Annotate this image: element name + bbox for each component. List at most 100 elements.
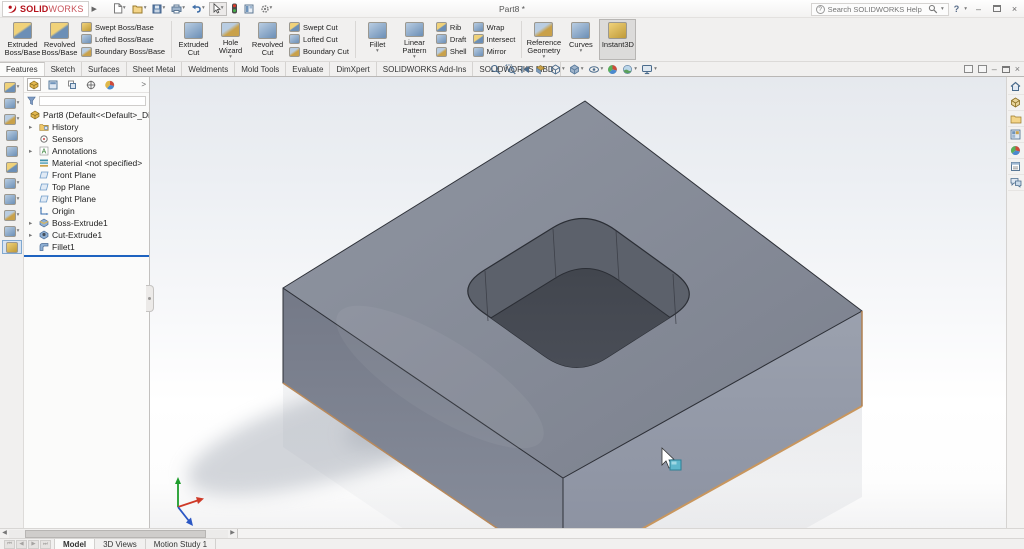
undo-icon[interactable]: ▾ [189,2,207,16]
panel-splitter-handle[interactable] [146,285,154,312]
tab-dimxpert[interactable]: DimXpert [330,62,376,76]
hole-wizard-button[interactable]: Hole Wizard▾ [212,19,249,60]
edit-appearance-icon[interactable] [607,64,618,75]
extruded-boss-base-button[interactable]: Extruded Boss/Base [4,19,41,60]
solidworks-resources-icon[interactable] [1008,79,1024,95]
graphics-viewport[interactable] [150,77,1006,528]
tab-surfaces[interactable]: Surfaces [82,62,127,76]
tab-solidworks-addins[interactable]: SOLIDWORKS Add-Ins [377,62,474,76]
swept-boss-base-button[interactable]: Swept Boss/Base [81,22,165,33]
print-icon[interactable]: ▾ [169,2,187,16]
rib-button[interactable]: Rib [436,22,467,33]
doc-restore-button[interactable] [1002,66,1010,73]
lt-boundary-icon[interactable] [2,160,22,174]
tab-3d-views[interactable]: 3D Views [95,539,146,549]
lt-curves-icon[interactable]: ▾ [2,224,22,238]
dimxpertmanager-tab[interactable] [84,78,98,91]
tree-item-cut-extrude1[interactable]: ▸Cut-Extrude1 [24,229,149,241]
new-file-icon[interactable]: ▾ [111,2,128,16]
expand-arrow-icon[interactable]: ▸ [29,219,32,227]
tree-item-front-plane[interactable]: Front Plane [24,169,149,181]
linear-pattern-button[interactable]: Linear Pattern▾ [396,19,433,60]
lt-instant3d-icon[interactable] [2,240,22,254]
tab-model[interactable]: Model [54,539,95,549]
boundary-cut-button[interactable]: Boundary Cut [289,46,349,57]
tree-item-boss-extrude1[interactable]: ▸Boss-Extrude1 [24,217,149,229]
zoom-to-fit-icon[interactable] [490,64,501,75]
lt-linear-pattern-icon[interactable]: ▾ [2,192,22,206]
open-file-icon[interactable]: ▾ [130,2,149,16]
curves-button[interactable]: Curves▾ [562,19,599,60]
view-settings-icon[interactable]: ▾ [641,64,657,75]
view-palette-icon[interactable] [1008,127,1024,143]
extruded-cut-button[interactable]: Extruded Cut [175,19,212,60]
scrollbar-thumb[interactable] [25,530,206,538]
tree-item-origin[interactable]: Origin [24,205,149,217]
previous-view-icon[interactable] [520,64,531,75]
scroll-right-icon[interactable]: ▶ [228,529,237,538]
featuremanager-expand-arrow[interactable]: > [141,80,149,89]
help-button[interactable]: ? [954,4,960,14]
expand-arrow-icon[interactable]: ▸ [29,231,32,239]
expand-arrow-icon[interactable]: ▸ [29,123,32,131]
tab-sheet-metal[interactable]: Sheet Metal [127,62,183,76]
next-tab-icon[interactable]: ▶ [28,540,39,549]
menu-flyout-arrow[interactable]: ▶ [92,5,97,13]
help-search-box[interactable]: ? ▾ [811,3,949,16]
lt-lofted-icon[interactable] [2,144,22,158]
shell-button[interactable]: Shell [436,46,467,57]
propertymanager-tab[interactable] [46,78,60,91]
appearances-scenes-icon[interactable] [1008,143,1024,159]
scroll-left-icon[interactable]: ◀ [0,529,9,538]
lt-reference-geometry-icon[interactable]: ▾ [2,208,22,222]
restore-button[interactable] [990,4,1003,14]
lofted-cut-button[interactable]: Lofted Cut [289,34,349,45]
search-icon[interactable] [928,4,938,14]
search-dropdown-icon[interactable]: ▾ [941,7,944,12]
tree-item-right-plane[interactable]: Right Plane [24,193,149,205]
help-dropdown-icon[interactable]: ▾ [964,7,967,12]
fillet-button[interactable]: Fillet▾ [359,19,396,60]
reference-geometry-button[interactable]: Reference Geometry▾ [525,19,562,60]
lt-extruded-boss-icon[interactable]: ▾ [2,80,22,94]
view-orientation-icon[interactable]: ▾ [550,64,565,75]
doc-minimize-button[interactable]: – [992,64,997,74]
doc-window-icon-1[interactable] [964,65,973,73]
tree-item-history[interactable]: ▸History [24,121,149,133]
hide-show-items-icon[interactable]: ▾ [588,64,604,75]
options-gear-icon[interactable]: ▾ [258,2,275,16]
last-tab-icon[interactable]: ⏭ [40,540,51,549]
lt-extruded-cut-icon[interactable]: ▾ [2,96,22,110]
doc-window-icon-2[interactable] [978,65,987,73]
zoom-to-area-icon[interactable] [505,64,516,75]
tab-evaluate[interactable]: Evaluate [286,62,330,76]
lt-revolved-icon[interactable]: ▾ [2,112,22,126]
lt-swept-icon[interactable] [2,128,22,142]
close-button[interactable]: × [1008,4,1021,14]
tree-item-fillet1[interactable]: Fillet1 [24,241,149,253]
intersect-button[interactable]: Intersect [473,34,516,45]
tab-motion-study-1[interactable]: Motion Study 1 [146,539,216,549]
tree-item-sensors[interactable]: Sensors [24,133,149,145]
featuremanager-tree-tab[interactable] [27,78,41,91]
tree-filter-input[interactable] [39,96,146,106]
mirror-button[interactable]: Mirror [473,46,516,57]
solidworks-logo[interactable]: SOLIDWORKS [2,1,89,17]
design-library-icon[interactable] [1008,95,1024,111]
section-view-icon[interactable] [535,64,546,75]
boundary-boss-base-button[interactable]: Boundary Boss/Base [81,46,165,57]
tree-root[interactable]: Part8 (Default<<Default>_Display State [24,109,149,121]
rollback-bar[interactable] [24,255,149,257]
first-tab-icon[interactable]: ⏮ [4,540,15,549]
lt-fillet-icon[interactable]: ▾ [2,176,22,190]
select-cursor-icon[interactable]: ▾ [209,2,227,16]
lofted-boss-base-button[interactable]: Lofted Boss/Base [81,34,165,45]
revolved-boss-base-button[interactable]: Revolved Boss/Base [41,19,78,60]
save-icon[interactable]: ▾ [150,2,167,16]
draft-button[interactable]: Draft [436,34,467,45]
wrap-button[interactable]: Wrap [473,22,516,33]
prev-tab-icon[interactable]: ◀ [16,540,27,549]
custom-properties-icon[interactable] [1008,159,1024,175]
file-properties-icon[interactable] [242,2,256,16]
file-explorer-icon[interactable] [1008,111,1024,127]
